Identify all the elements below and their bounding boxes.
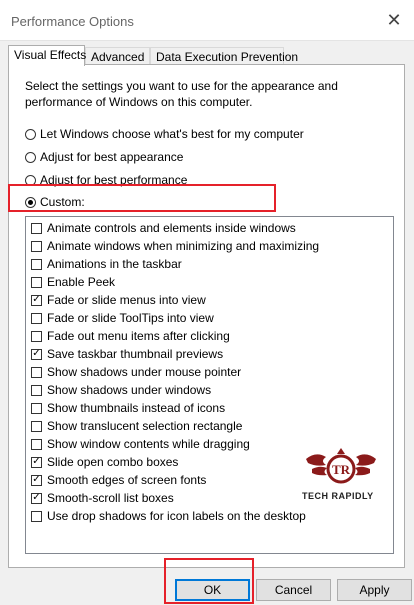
option-label: Save taskbar thumbnail previews (47, 347, 224, 361)
option-label: Show translucent selection rectangle (47, 419, 243, 433)
checkbox[interactable] (31, 510, 42, 522)
option-label: Enable Peek (47, 275, 116, 289)
list-item[interactable]: Animations in the taskbar (31, 255, 182, 273)
list-item[interactable]: Show translucent selection rectangle (31, 417, 242, 435)
checkbox[interactable] (31, 312, 42, 324)
tab-visual-effects[interactable]: Visual Effects (8, 45, 86, 66)
list-item[interactable]: Fade out menu items after clicking (31, 327, 230, 345)
window-title: Performance Options (11, 14, 134, 29)
list-item[interactable]: Animate controls and elements inside win… (31, 219, 296, 237)
close-icon[interactable]: ✕ (384, 10, 404, 30)
option-label: Smooth edges of screen fonts (47, 473, 207, 487)
list-item[interactable]: Show shadows under mouse pointer (31, 363, 241, 381)
ok-button[interactable]: OK (175, 579, 250, 601)
list-item[interactable]: Use drop shadows for icon labels on the … (31, 507, 306, 525)
checkbox[interactable]: ✓ (31, 474, 42, 486)
radio-label: Adjust for best appearance (40, 150, 184, 164)
checkbox[interactable] (31, 438, 42, 450)
list-item[interactable]: Show thumbnails instead of icons (31, 399, 225, 417)
option-label: Show window contents while dragging (47, 437, 250, 451)
list-item[interactable]: ✓ Save taskbar thumbnail previews (31, 345, 223, 363)
description-text: Select the settings you want to use for … (25, 79, 338, 109)
option-label: Animations in the taskbar (47, 257, 182, 271)
list-item[interactable]: ✓ Smooth-scroll list boxes (31, 489, 174, 507)
radio-label: Let Windows choose what's best for my co… (40, 127, 304, 141)
logo-monogram: TR (332, 462, 351, 477)
cancel-button[interactable]: Cancel (256, 579, 331, 601)
checkbox[interactable] (31, 240, 42, 252)
apply-button[interactable]: Apply (337, 579, 412, 601)
checkbox[interactable] (31, 402, 42, 414)
checkbox[interactable]: ✓ (31, 492, 42, 504)
custom-highlight-box (8, 184, 276, 212)
list-item[interactable]: ✓ Fade or slide menus into view (31, 291, 206, 309)
option-label: Fade or slide ToolTips into view (47, 311, 214, 325)
watermark-text: TECH RAPIDLY (302, 491, 374, 501)
list-item[interactable]: Animate windows when minimizing and maxi… (31, 237, 319, 255)
option-label: Fade or slide menus into view (47, 293, 206, 307)
radio-let-windows-choose[interactable]: Let Windows choose what's best for my co… (25, 125, 304, 143)
checkbox[interactable]: ✓ (31, 348, 42, 360)
checkbox[interactable] (31, 330, 42, 342)
option-label: Show thumbnails instead of icons (47, 401, 226, 415)
checkbox[interactable]: ✓ (31, 456, 42, 468)
radio-indicator (25, 128, 36, 140)
tab-advanced[interactable]: Advanced (85, 47, 150, 65)
radio-best-appearance[interactable]: Adjust for best appearance (25, 148, 183, 166)
checkbox[interactable]: ✓ (31, 294, 42, 306)
list-item[interactable]: ✓ Slide open combo boxes (31, 453, 178, 471)
list-item[interactable]: Show shadows under windows (31, 381, 211, 399)
visual-effects-list[interactable]: Animate controls and elements inside win… (25, 216, 394, 554)
list-item[interactable]: ✓ Smooth edges of screen fonts (31, 471, 206, 489)
option-label: Fade out menu items after clicking (47, 329, 230, 343)
list-item[interactable]: Fade or slide ToolTips into view (31, 309, 214, 327)
checkbox[interactable] (31, 366, 42, 378)
option-label: Animate windows when minimizing and maxi… (47, 239, 320, 253)
radio-indicator (25, 151, 36, 163)
checkbox[interactable] (31, 258, 42, 270)
title-bar: Performance Options ✕ (0, 0, 414, 41)
option-label: Use drop shadows for icon labels on the … (47, 509, 306, 523)
checkbox[interactable] (31, 276, 42, 288)
checkbox[interactable] (31, 420, 42, 432)
list-item[interactable]: Enable Peek (31, 273, 115, 291)
checkbox[interactable] (31, 384, 42, 396)
checkbox[interactable] (31, 222, 42, 234)
list-item[interactable]: Show window contents while dragging (31, 435, 250, 453)
option-label: Slide open combo boxes (47, 455, 179, 469)
tab-data-execution-prevention[interactable]: Data Execution Prevention (150, 47, 298, 65)
option-label: Show shadows under windows (47, 383, 212, 397)
option-label: Smooth-scroll list boxes (47, 491, 174, 505)
option-label: Animate controls and elements inside win… (47, 221, 296, 235)
option-label: Show shadows under mouse pointer (47, 365, 242, 379)
